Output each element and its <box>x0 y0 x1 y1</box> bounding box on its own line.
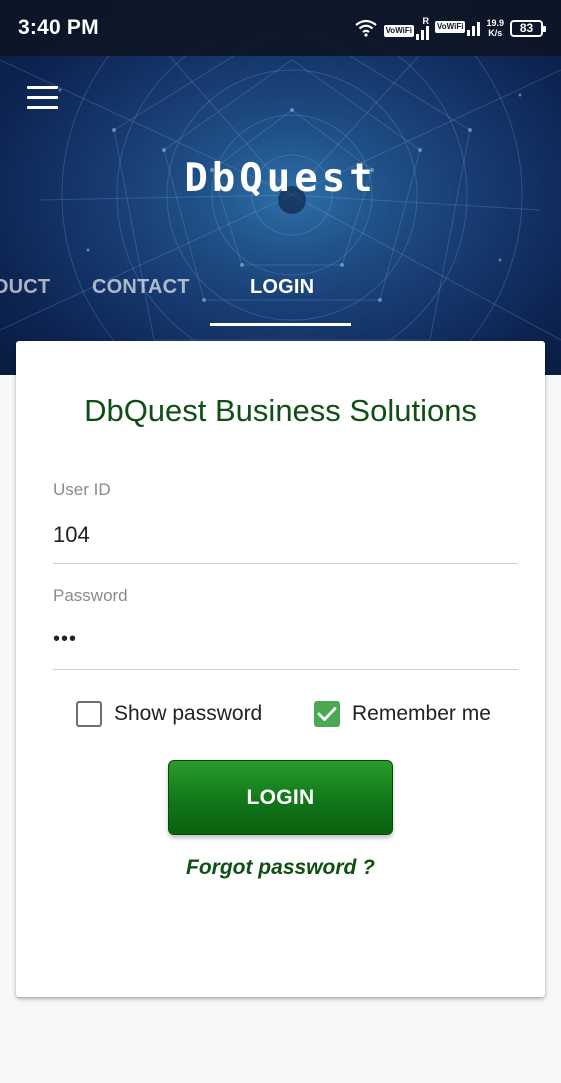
vowifi-badge: VoWiFi <box>435 20 466 33</box>
checkmark-icon <box>317 707 337 721</box>
remember-me-label: Remember me <box>352 702 491 725</box>
unchecked-box-icon[interactable] <box>76 701 102 727</box>
show-password-checkbox[interactable]: Show password <box>76 701 262 727</box>
battery-level: 83 <box>519 21 534 35</box>
user-id-input[interactable]: 104 <box>53 522 518 552</box>
active-tab-indicator <box>210 323 351 326</box>
user-id-field[interactable]: User ID 104 <box>53 480 518 564</box>
login-button[interactable]: LOGIN <box>168 760 393 835</box>
login-screen: 3:40 PM VoWiFi R VoWiFi 19.9 K/s 83 DbQu… <box>0 0 561 1083</box>
checked-box-icon[interactable] <box>314 701 340 727</box>
network-speed: 19.9 K/s <box>486 18 504 38</box>
remember-me-checkbox[interactable]: Remember me <box>314 701 491 727</box>
tab-product[interactable]: DUCT <box>0 276 50 299</box>
app-logo: DbQuest <box>184 156 377 201</box>
battery-icon: 83 <box>510 19 546 37</box>
hamburger-menu-icon[interactable] <box>27 86 61 114</box>
password-input[interactable]: ••• <box>53 628 518 658</box>
card-title: DbQuest Business Solutions <box>84 393 477 428</box>
options-row: Show password Remember me <box>16 701 545 735</box>
tab-bar: DUCT CONTACT LOGIN <box>0 266 561 326</box>
speed-value: 19.9 <box>486 18 504 28</box>
status-time: 3:40 PM <box>18 16 99 39</box>
login-card: DbQuest Business Solutions User ID 104 P… <box>16 341 545 997</box>
password-field[interactable]: Password ••• <box>53 586 518 670</box>
wifi-icon <box>354 19 377 37</box>
signal-sim2: VoWiFi <box>435 20 481 36</box>
user-id-underline <box>53 563 518 564</box>
signal-sim1: VoWiFi R <box>383 15 430 40</box>
tab-contact[interactable]: CONTACT <box>92 276 190 299</box>
signal-bars-icon <box>416 25 430 40</box>
password-label: Password <box>53 586 128 605</box>
status-icons: VoWiFi R VoWiFi 19.9 K/s 83 <box>354 12 546 44</box>
vowifi-badge: VoWiFi <box>383 24 415 37</box>
forgot-password-link[interactable]: Forgot password ? <box>16 856 545 880</box>
speed-unit: K/s <box>488 28 503 38</box>
password-underline <box>53 669 518 670</box>
roaming-indicator: R <box>422 15 430 26</box>
status-bar: 3:40 PM VoWiFi R VoWiFi 19.9 K/s 83 <box>0 0 561 56</box>
user-id-label: User ID <box>53 480 111 499</box>
tab-login[interactable]: LOGIN <box>250 276 314 299</box>
show-password-label: Show password <box>114 702 263 725</box>
signal-bars-icon <box>467 21 481 36</box>
